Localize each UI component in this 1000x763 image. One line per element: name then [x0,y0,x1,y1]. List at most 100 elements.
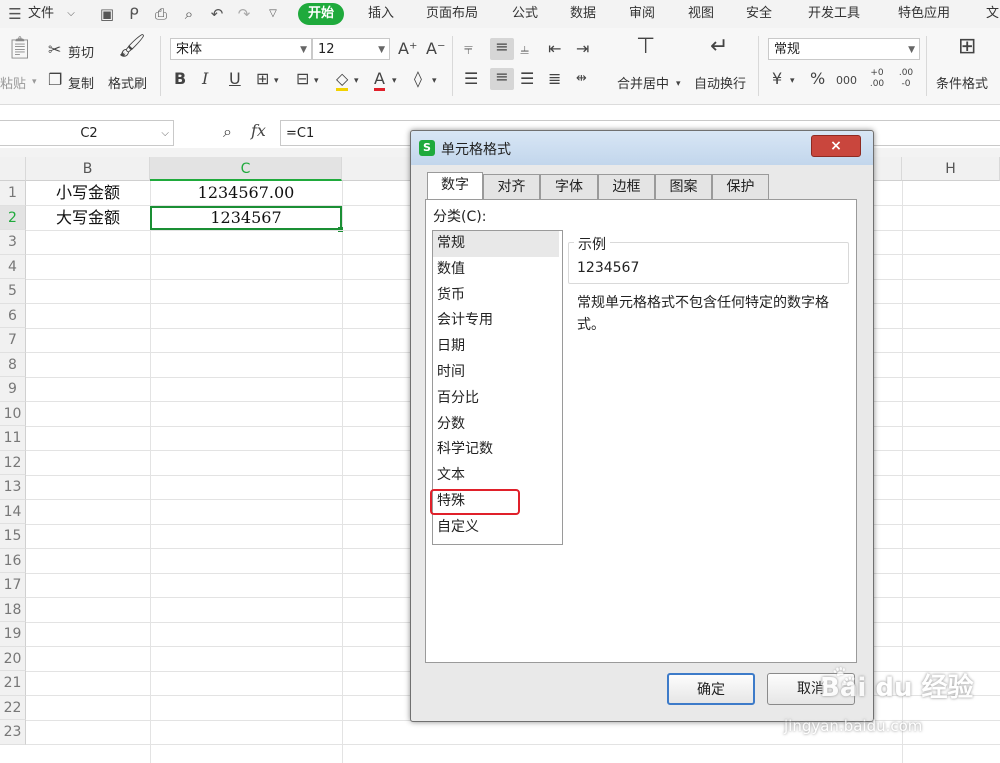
row-header[interactable]: 5 [0,279,26,304]
chevron-down-icon[interactable]: ▾ [354,72,359,90]
align-right-icon[interactable]: ☰ [520,70,534,88]
tab-home[interactable]: 开始 [298,3,345,25]
font-size-select[interactable]: 12 ▼ [312,38,390,60]
wrap-text-button[interactable]: 自动换行 [694,73,746,92]
merge-cells-icon[interactable]: ⊤ [636,36,655,58]
print-preview-icon[interactable]: ⌕ [180,5,198,23]
row-header[interactable]: 8 [0,352,26,377]
chevron-down-icon[interactable]: ▾ [790,72,795,90]
tab-security[interactable]: 安全 [746,0,772,28]
chevron-down-icon[interactable]: ▾ [314,72,319,90]
increase-font-size-icon[interactable]: A⁺ [398,40,417,58]
tab-alignment[interactable]: 对齐 [483,174,540,199]
chevron-down-icon[interactable]: ▾ [676,75,681,93]
conditional-format-icon[interactable]: ⊞ [958,36,976,58]
decrease-decimal-button[interactable]: .00 -0 [895,68,917,90]
row-header[interactable]: 18 [0,597,26,622]
row-header[interactable]: 14 [0,499,26,524]
justify-icon[interactable]: ≣ [548,70,561,88]
row-header[interactable]: 17 [0,573,26,598]
italic-button[interactable]: I [202,70,208,88]
category-item[interactable]: 常规 [433,231,559,257]
row-header[interactable]: 20 [0,646,26,671]
row-header[interactable]: 2 [0,205,26,230]
underline-button[interactable]: U [229,70,241,88]
row-header[interactable]: 7 [0,328,26,353]
print-icon[interactable]: ⎙ [152,5,170,23]
row-header[interactable]: 10 [0,401,26,426]
redo-icon[interactable]: ↷ [235,5,253,23]
align-top-icon[interactable]: ⫧ [464,40,473,58]
tab-insert[interactable]: 插入 [368,0,394,28]
wrap-text-icon[interactable]: ↵ [710,36,728,58]
fill-color-icon[interactable]: ◇ [336,70,349,91]
align-bottom-icon[interactable]: ⫨ [520,40,529,58]
category-item[interactable]: 货币 [433,283,559,309]
quick-access-dropdown-icon[interactable]: ▽ [264,5,282,23]
save-icon[interactable]: ▣ [98,5,116,23]
tab-formulas[interactable]: 公式 [512,0,538,28]
row-header[interactable]: 9 [0,377,26,402]
conditional-format-button[interactable]: 条件格式 [936,73,988,92]
hamburger-menu-icon[interactable]: ☰ [6,5,24,23]
name-box[interactable]: C2 ⌵ [0,120,174,146]
merge-center-button[interactable]: 合并居中 [617,73,669,92]
row-header[interactable]: 16 [0,548,26,573]
close-button[interactable]: × [811,135,861,157]
row-header[interactable]: 11 [0,426,26,451]
percent-button[interactable]: % [810,70,825,88]
cell-c1[interactable]: 1234567.00 [150,181,342,206]
scissors-icon[interactable]: ✂ [48,41,61,59]
font-color-button[interactable]: A [374,70,385,91]
dialog-title-bar[interactable]: S 单元格格式 × [411,131,873,165]
row-header[interactable]: 12 [0,450,26,475]
row-header[interactable]: 1 [0,181,26,206]
undo-icon[interactable]: ↶ [208,5,226,23]
decrease-font-size-icon[interactable]: A⁻ [426,40,445,58]
row-header[interactable]: 4 [0,254,26,279]
tab-view[interactable]: 视图 [688,0,714,28]
tab-border[interactable]: 边框 [598,174,655,199]
decrease-indent-icon[interactable]: ⇤ [548,40,561,58]
row-header[interactable]: 15 [0,524,26,549]
align-middle-icon[interactable]: ≡ [490,38,514,60]
chevron-down-icon[interactable]: ⌵ [62,5,80,23]
category-item[interactable]: 自定义 [433,515,559,541]
tab-review[interactable]: 审阅 [629,0,655,28]
tab-developer[interactable]: 开发工具 [808,0,860,28]
column-header-h[interactable]: H [902,157,1000,181]
thousands-separator-button[interactable]: 000 [836,72,857,90]
cell-b1[interactable]: 小写金额 [26,181,150,206]
copy-icon[interactable]: ❐ [48,71,62,89]
row-header[interactable]: 21 [0,671,26,696]
tab-number[interactable]: 数字 [427,172,483,200]
column-header-b[interactable]: B [26,157,150,181]
paste-button[interactable]: 粘贴 [0,73,26,92]
cut-button[interactable]: 剪切 [68,42,94,61]
cancel-button[interactable]: 取消 [767,673,855,705]
paste-icon[interactable]: 📋︎ [6,38,34,60]
row-header[interactable]: 19 [0,622,26,647]
format-painter-button[interactable]: 格式刷 [108,73,147,92]
category-item[interactable]: 日期 [433,334,559,360]
tab-special-apps[interactable]: 特色应用 [898,0,950,28]
tab-more[interactable]: 文 [986,0,999,28]
select-all-corner[interactable] [0,157,26,181]
ok-button[interactable]: 确定 [667,673,755,705]
category-item[interactable]: 数值 [433,257,559,283]
row-header[interactable]: 13 [0,475,26,500]
row-header[interactable]: 6 [0,303,26,328]
row-header[interactable]: 23 [0,720,26,745]
increase-decimal-button[interactable]: +0 .00 [866,68,888,90]
row-header[interactable]: 22 [0,695,26,720]
chevron-down-icon[interactable]: ▾ [274,72,279,90]
tab-font[interactable]: 字体 [540,174,598,199]
row-header[interactable]: 3 [0,230,26,255]
chevron-down-icon[interactable]: ▾ [432,72,437,90]
distributed-align-icon[interactable]: ⇹ [576,70,587,88]
category-item[interactable]: 文本 [433,463,559,489]
tab-data[interactable]: 数据 [570,0,596,28]
tab-pattern[interactable]: 图案 [655,174,712,199]
column-header-c[interactable]: C [150,157,342,181]
paste-dropdown-icon[interactable]: ▾ [32,73,37,91]
